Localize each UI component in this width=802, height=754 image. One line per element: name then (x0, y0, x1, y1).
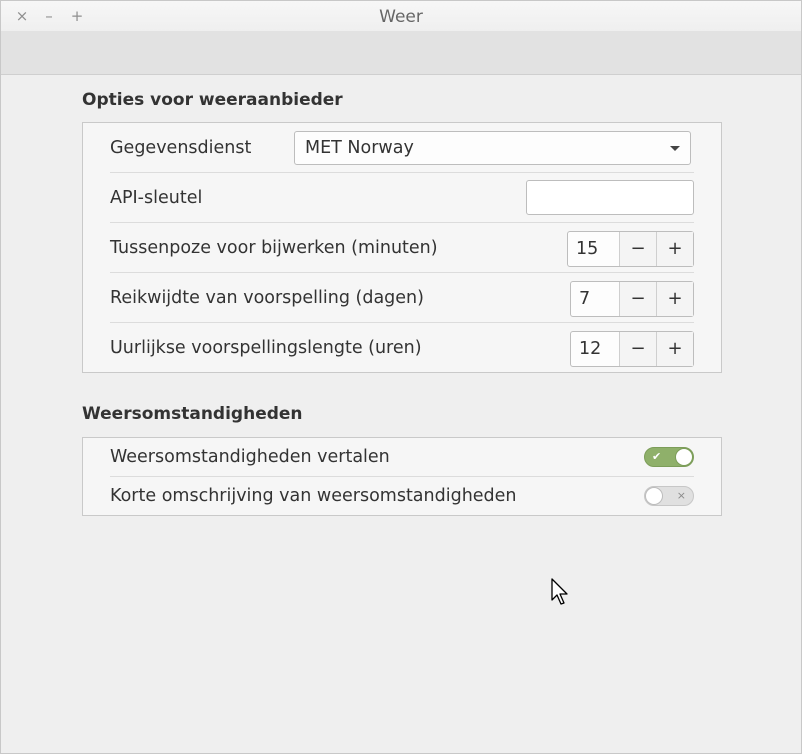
api-key-label: API-sleutel (110, 188, 203, 208)
translate-conditions-toggle[interactable]: ✔ (644, 447, 694, 467)
mouse-pointer-icon (551, 578, 568, 605)
weather-settings-window: × – + Weer Opties voor weeraanbieder Geg… (0, 0, 802, 754)
hourly-length-row: Uurlijkse voorspellingslengte (uren) 12 … (110, 323, 694, 372)
toggle-knob (645, 487, 663, 505)
hourly-length-spinner: 12 − + (570, 331, 694, 367)
hourly-length-decrement-button[interactable]: − (619, 332, 656, 366)
refresh-interval-decrement-button[interactable]: − (619, 232, 656, 266)
forecast-range-label: Reikwijdte van voorspelling (dagen) (110, 288, 424, 308)
toggle-knob (675, 448, 693, 466)
forecast-range-value[interactable]: 7 (571, 282, 619, 316)
data-service-row: Gegevensdienst MET Norway (110, 123, 694, 173)
refresh-interval-increment-button[interactable]: + (656, 232, 693, 266)
refresh-interval-spinner: 15 − + (567, 231, 694, 267)
data-service-dropdown[interactable]: MET Norway (294, 131, 691, 165)
data-service-value: MET Norway (305, 138, 414, 158)
forecast-range-decrement-button[interactable]: − (619, 282, 656, 316)
chevron-down-icon (670, 146, 680, 151)
check-icon: ✔ (652, 450, 662, 463)
refresh-interval-label: Tussenpoze voor bijwerken (minuten) (110, 238, 438, 258)
toolbar (1, 31, 801, 75)
short-description-label: Korte omschrijving van weersomstandighed… (110, 486, 517, 506)
short-description-toggle[interactable]: × (644, 486, 694, 506)
short-description-row: Korte omschrijving van weersomstandighed… (110, 477, 694, 515)
forecast-range-spinner: 7 − + (570, 281, 694, 317)
translate-conditions-label: Weersomstandigheden vertalen (110, 447, 390, 467)
conditions-panel: Weersomstandigheden vertalen ✔ Korte oms… (82, 437, 722, 516)
refresh-interval-value[interactable]: 15 (568, 232, 619, 266)
data-service-label: Gegevensdienst (110, 138, 252, 158)
translate-conditions-row: Weersomstandigheden vertalen ✔ (110, 438, 694, 477)
window-title: Weer (379, 7, 423, 27)
title-bar: × – + Weer (1, 1, 801, 32)
conditions-section-title: Weersomstandigheden (82, 404, 303, 424)
provider-section-title: Opties voor weeraanbieder (82, 90, 343, 110)
x-icon: × (676, 489, 686, 502)
forecast-range-increment-button[interactable]: + (656, 282, 693, 316)
refresh-interval-row: Tussenpoze voor bijwerken (minuten) 15 −… (110, 223, 694, 273)
hourly-length-value[interactable]: 12 (571, 332, 619, 366)
forecast-range-row: Reikwijdte van voorspelling (dagen) 7 − … (110, 273, 694, 323)
hourly-length-increment-button[interactable]: + (656, 332, 693, 366)
api-key-row: API-sleutel (110, 173, 694, 223)
provider-options-panel: Gegevensdienst MET Norway API-sleutel Tu… (82, 122, 722, 373)
hourly-length-label: Uurlijkse voorspellingslengte (uren) (110, 338, 422, 358)
api-key-input[interactable] (526, 180, 694, 215)
